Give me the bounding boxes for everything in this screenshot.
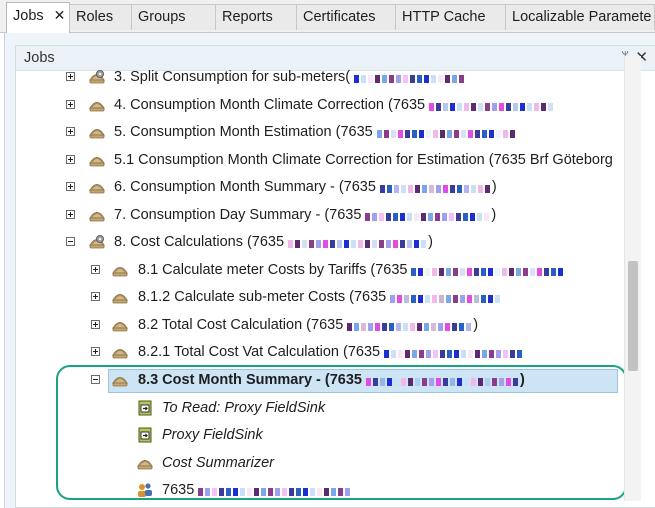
tree-node-text: 6. Consumption Month Summary - (7635 <box>114 179 376 195</box>
redacted-text <box>376 126 517 139</box>
tab-reports-label: Reports <box>222 9 273 25</box>
expand-icon[interactable] <box>66 155 75 164</box>
redacted-text <box>347 319 473 332</box>
tree-node[interactable]: 8.2 Total Cost Calculation (7635) <box>0 313 640 339</box>
scroll-thumb[interactable] <box>628 261 638 371</box>
tree-node-label: 8. Cost Calculations (7635) <box>114 234 433 250</box>
redacted-text <box>429 99 555 112</box>
expand-icon[interactable] <box>91 347 100 356</box>
expand-icon[interactable] <box>91 265 100 274</box>
redacted-text <box>288 236 428 249</box>
tree-node-label: 8.2 Total Cost Calculation (7635) <box>138 317 478 333</box>
tree-node[interactable]: 8.1.2 Calculate sub-meter Costs (7635 <box>0 285 640 311</box>
expand-icon[interactable] <box>66 72 75 81</box>
tree-node-suffix: ) <box>473 317 479 333</box>
tree-node-label: 6. Consumption Month Summary - (7635) <box>114 179 497 195</box>
tab-http-cache-label: HTTP Cache <box>402 9 486 25</box>
tab-groups-label: Groups <box>138 9 186 25</box>
tab-jobs-label: Jobs <box>13 8 44 24</box>
expand-icon[interactable] <box>66 182 75 191</box>
tree-node-suffix: ) <box>428 234 433 250</box>
tree-node-suffix: ) <box>491 179 497 195</box>
tree-node[interactable]: 7. Consumption Day Summary - (7635) <box>0 203 640 229</box>
redacted-text <box>384 346 524 359</box>
tab-jobs[interactable]: Jobs ✕ <box>6 2 70 33</box>
tree-node-text: 7. Consumption Day Summary - (7635 <box>114 207 362 223</box>
tab-groups[interactable]: Groups <box>131 4 216 30</box>
tree-node[interactable]: 8. Cost Calculations (7635) <box>0 230 640 256</box>
tree-node-text: 3. Split Consumption for sub-meters( <box>114 69 351 85</box>
tab-localizable-parameters-label: Localizable Paramete <box>512 9 652 25</box>
tree-node[interactable]: 3. Split Consumption for sub-meters( <box>0 65 640 91</box>
tree-node-label: 4. Consumption Month Climate Correction … <box>114 97 555 113</box>
shell-icon <box>111 288 129 306</box>
tree-node-text: 8.1.2 Calculate sub-meter Costs (7635 <box>138 289 387 305</box>
shell-icon <box>111 261 129 279</box>
redacted-text <box>365 209 491 222</box>
tree-node-text: 8.2.1 Total Cost Vat Calculation (7635 <box>138 344 381 360</box>
tree-node-text: 5.1 Consumption Month Climate Correction… <box>114 152 613 168</box>
tree-node-label: 5. Consumption Month Estimation (7635 <box>114 124 517 140</box>
tree-node-text: 8. Cost Calculations (7635 <box>114 234 285 250</box>
tab-certificates-label: Certificates <box>303 9 376 25</box>
tree-node-text: 8.2 Total Cost Calculation (7635 <box>138 317 344 333</box>
shell-icon <box>111 343 129 361</box>
tab-roles-label: Roles <box>76 9 114 25</box>
tree-node[interactable]: 8.1 Calculate meter Costs by Tariffs (76… <box>0 258 640 284</box>
expand-icon[interactable] <box>66 100 75 109</box>
shell-icon <box>111 316 129 334</box>
expand-icon[interactable] <box>66 210 75 219</box>
tree-node-label: 8.2.1 Total Cost Vat Calculation (7635 <box>138 344 524 360</box>
tree-node-suffix: ) <box>491 207 497 223</box>
tree-node-text: 8.1 Calculate meter Costs by Tariffs (76… <box>138 262 408 278</box>
tree-node-label: 7. Consumption Day Summary - (7635) <box>114 207 496 223</box>
redacted-text <box>354 71 466 84</box>
tab-http-cache[interactable]: HTTP Cache <box>395 4 506 30</box>
tree-node-label: 3. Split Consumption for sub-meters( <box>114 69 466 85</box>
tab-certificates[interactable]: Certificates <box>296 4 396 30</box>
tree-node[interactable]: 5. Consumption Month Estimation (7635 <box>0 120 640 146</box>
shell-icon <box>88 96 106 114</box>
shell-icon <box>88 123 106 141</box>
panel-title: Jobs <box>24 50 55 66</box>
tab-reports[interactable]: Reports <box>215 4 297 30</box>
tree-node-label: 8.1 Calculate meter Costs by Tariffs (76… <box>138 262 565 278</box>
redacted-text <box>379 181 492 194</box>
gear-shell-icon <box>88 233 106 251</box>
expand-icon[interactable] <box>91 320 100 329</box>
collapse-icon[interactable] <box>66 237 75 246</box>
expand-icon[interactable] <box>91 292 100 301</box>
close-icon[interactable]: ✕ <box>54 7 66 23</box>
tab-localizable-parameters[interactable]: Localizable Paramete <box>505 4 655 30</box>
shell-icon <box>88 151 106 169</box>
redacted-text <box>390 291 502 304</box>
tree-node[interactable]: 4. Consumption Month Climate Correction … <box>0 93 640 119</box>
redacted-text <box>411 264 565 277</box>
tab-bar: Jobs ✕ Roles Groups Reports Certificates… <box>0 0 655 33</box>
highlight-box <box>56 365 627 500</box>
shell-icon <box>88 178 106 196</box>
vertical-scrollbar[interactable] <box>624 56 641 501</box>
tree-node[interactable]: 6. Consumption Month Summary - (7635) <box>0 175 640 201</box>
tree-node[interactable]: 8.2.1 Total Cost Vat Calculation (7635 <box>0 340 640 366</box>
tab-roles[interactable]: Roles <box>69 4 132 30</box>
tree-node-text: 5. Consumption Month Estimation (7635 <box>114 124 373 140</box>
shell-icon <box>88 206 106 224</box>
tree-node-label: 8.1.2 Calculate sub-meter Costs (7635 <box>138 289 502 305</box>
tree-node-text: 4. Consumption Month Climate Correction … <box>114 97 426 113</box>
gear-shell-icon <box>88 68 106 86</box>
tree-node-label: 5.1 Consumption Month Climate Correction… <box>114 152 613 168</box>
expand-icon[interactable] <box>66 127 75 136</box>
tree-node[interactable]: 5.1 Consumption Month Climate Correction… <box>0 148 640 174</box>
